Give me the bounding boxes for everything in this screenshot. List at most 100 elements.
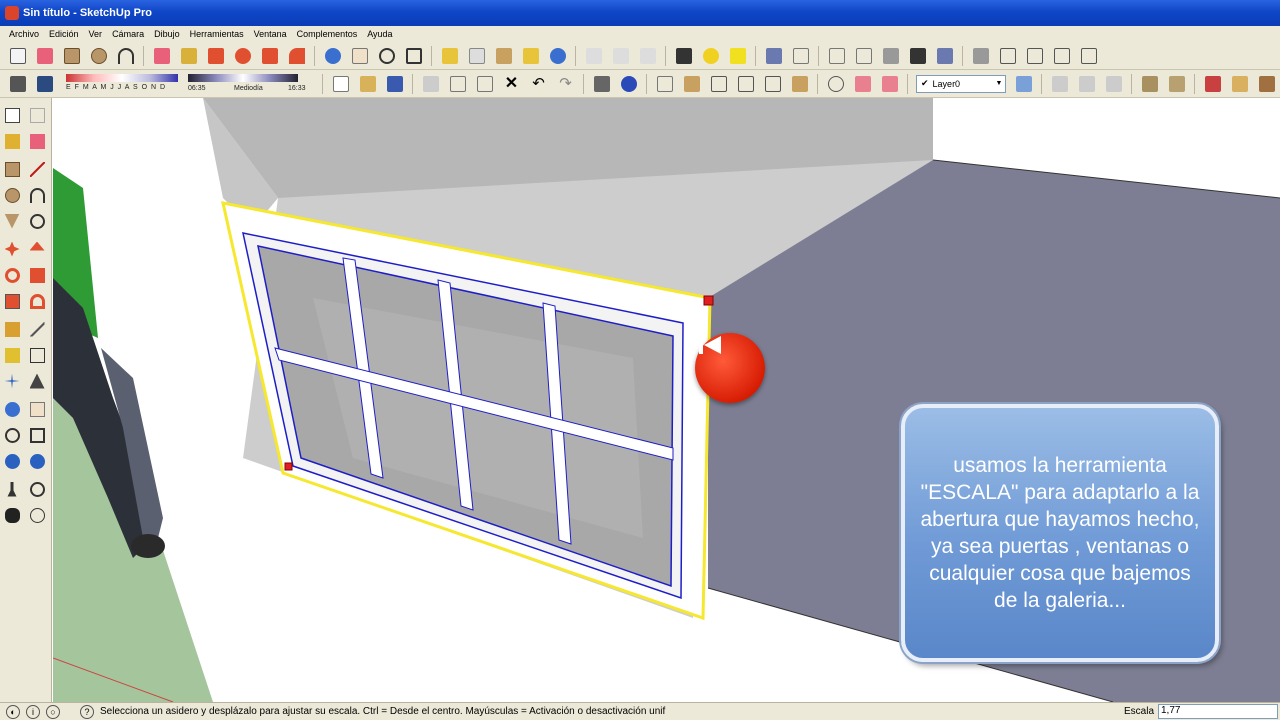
terrain-icon[interactable] [1076,73,1098,95]
save-icon[interactable] [384,73,406,95]
photo-icon[interactable] [1229,73,1251,95]
move-icon[interactable] [1,238,23,260]
dimension-icon[interactable] [520,45,542,67]
axes-icon[interactable] [1,370,23,392]
menu-ayuda[interactable]: Ayuda [362,29,397,39]
texture-icon[interactable] [1202,73,1224,95]
rotate-icon[interactable] [1,264,23,286]
top-view-icon[interactable] [790,45,812,67]
info-icon[interactable] [637,45,659,67]
geo-location-icon[interactable]: ◐ [6,704,20,719]
help-icon[interactable] [700,45,722,67]
tip-icon[interactable] [727,45,749,67]
layer-manager-icon[interactable] [1013,73,1035,95]
menu-ver[interactable]: Ver [84,29,108,39]
look-around-icon[interactable] [610,45,632,67]
measurements-input[interactable]: 1,77 [1158,704,1278,719]
eraser-icon[interactable] [34,45,56,67]
front-view-icon[interactable] [826,45,848,67]
iso-view-icon[interactable] [763,45,785,67]
components-icon[interactable] [970,45,992,67]
menu-edicion[interactable]: Edición [44,29,84,39]
warehouse-icon[interactable] [654,73,676,95]
axes-icon[interactable] [493,45,515,67]
time-slider[interactable] [188,73,298,82]
house-icon[interactable] [735,73,757,95]
new-icon[interactable] [330,73,352,95]
previous-view-icon[interactable] [1,450,23,472]
protractor-icon[interactable] [466,45,488,67]
scale-icon[interactable] [259,45,281,67]
freehand-icon[interactable] [26,210,48,232]
left-view-icon[interactable] [907,45,929,67]
zoom-icon[interactable] [376,45,398,67]
walk-icon[interactable] [1,504,23,526]
add-detail-icon[interactable] [1139,73,1161,95]
orbit-icon[interactable] [322,45,344,67]
orbit-icon[interactable] [1,398,23,420]
rectangle-icon[interactable] [61,45,83,67]
share-icon[interactable] [681,73,703,95]
offset-icon[interactable] [26,290,48,312]
delete-icon[interactable]: ✕ [501,73,523,95]
arc-icon[interactable] [115,45,137,67]
move-icon[interactable] [205,45,227,67]
zoom-extents-icon[interactable] [403,45,425,67]
zoom-icon[interactable] [1,424,23,446]
home-icon[interactable] [708,73,730,95]
drape-icon[interactable] [1103,73,1125,95]
pan-icon[interactable] [349,45,371,67]
redo-icon[interactable]: ↷ [555,73,577,95]
circle-icon[interactable] [88,45,110,67]
pan-icon[interactable] [26,398,48,420]
push-pull-icon[interactable] [26,238,48,260]
menu-complementos[interactable]: Complementos [292,29,363,39]
follow-me-icon[interactable] [26,264,48,286]
look-around-icon[interactable] [26,478,48,500]
section-cut-icon[interactable] [1078,45,1100,67]
layer-dropdown[interactable]: ✔ Layer0 ▼ [916,74,1006,93]
geo-icon[interactable] [673,45,695,67]
menu-dibujo[interactable]: Dibujo [149,29,185,39]
tape-measure-icon[interactable] [439,45,461,67]
month-slider[interactable] [66,73,178,82]
protractor-icon[interactable] [1,344,23,366]
scale-icon[interactable] [1,290,23,312]
copy-icon[interactable] [447,73,469,95]
stamp-icon[interactable] [879,73,901,95]
match-photo-icon[interactable] [1256,73,1278,95]
fog-icon[interactable] [34,73,56,95]
eraser-icon[interactable] [26,130,48,152]
right-view-icon[interactable] [853,45,875,67]
rotate-icon[interactable] [232,45,254,67]
rectangle-icon[interactable] [1,158,23,180]
menu-archivo[interactable]: Archivo [4,29,44,39]
push-pull-icon[interactable] [178,45,200,67]
menu-herramientas[interactable]: Herramientas [185,29,249,39]
text-icon[interactable] [26,344,48,366]
scale-grip[interactable] [284,462,293,471]
dimension-icon[interactable] [26,318,48,340]
section-plane-icon[interactable] [26,504,48,526]
position-camera-icon[interactable] [1,478,23,500]
zoom-window-icon[interactable] [26,424,48,446]
tape-measure-icon[interactable] [1,318,23,340]
line-icon[interactable] [26,158,48,180]
paint-bucket-icon[interactable] [1,130,23,152]
undo-icon[interactable]: ↶ [528,73,550,95]
help-icon[interactable]: ? [80,704,94,719]
chevron-down-icon[interactable]: ▼ [993,80,1005,87]
3d-text-icon[interactable] [26,370,48,392]
circle-icon[interactable] [1,184,23,206]
arc-icon[interactable] [26,184,48,206]
door-icon[interactable] [852,73,874,95]
drawing-area[interactable]: usamos la herramienta "ESCALA" para adap… [53,98,1280,702]
back-view-icon[interactable] [880,45,902,67]
fence-icon[interactable] [789,73,811,95]
make-component-icon[interactable] [26,104,48,126]
shadow-toggle-icon[interactable] [7,73,29,95]
polygon-icon[interactable] [1,210,23,232]
scale-grip[interactable] [703,295,714,306]
outliner-icon[interactable] [1024,45,1046,67]
shaded-icon[interactable] [934,45,956,67]
